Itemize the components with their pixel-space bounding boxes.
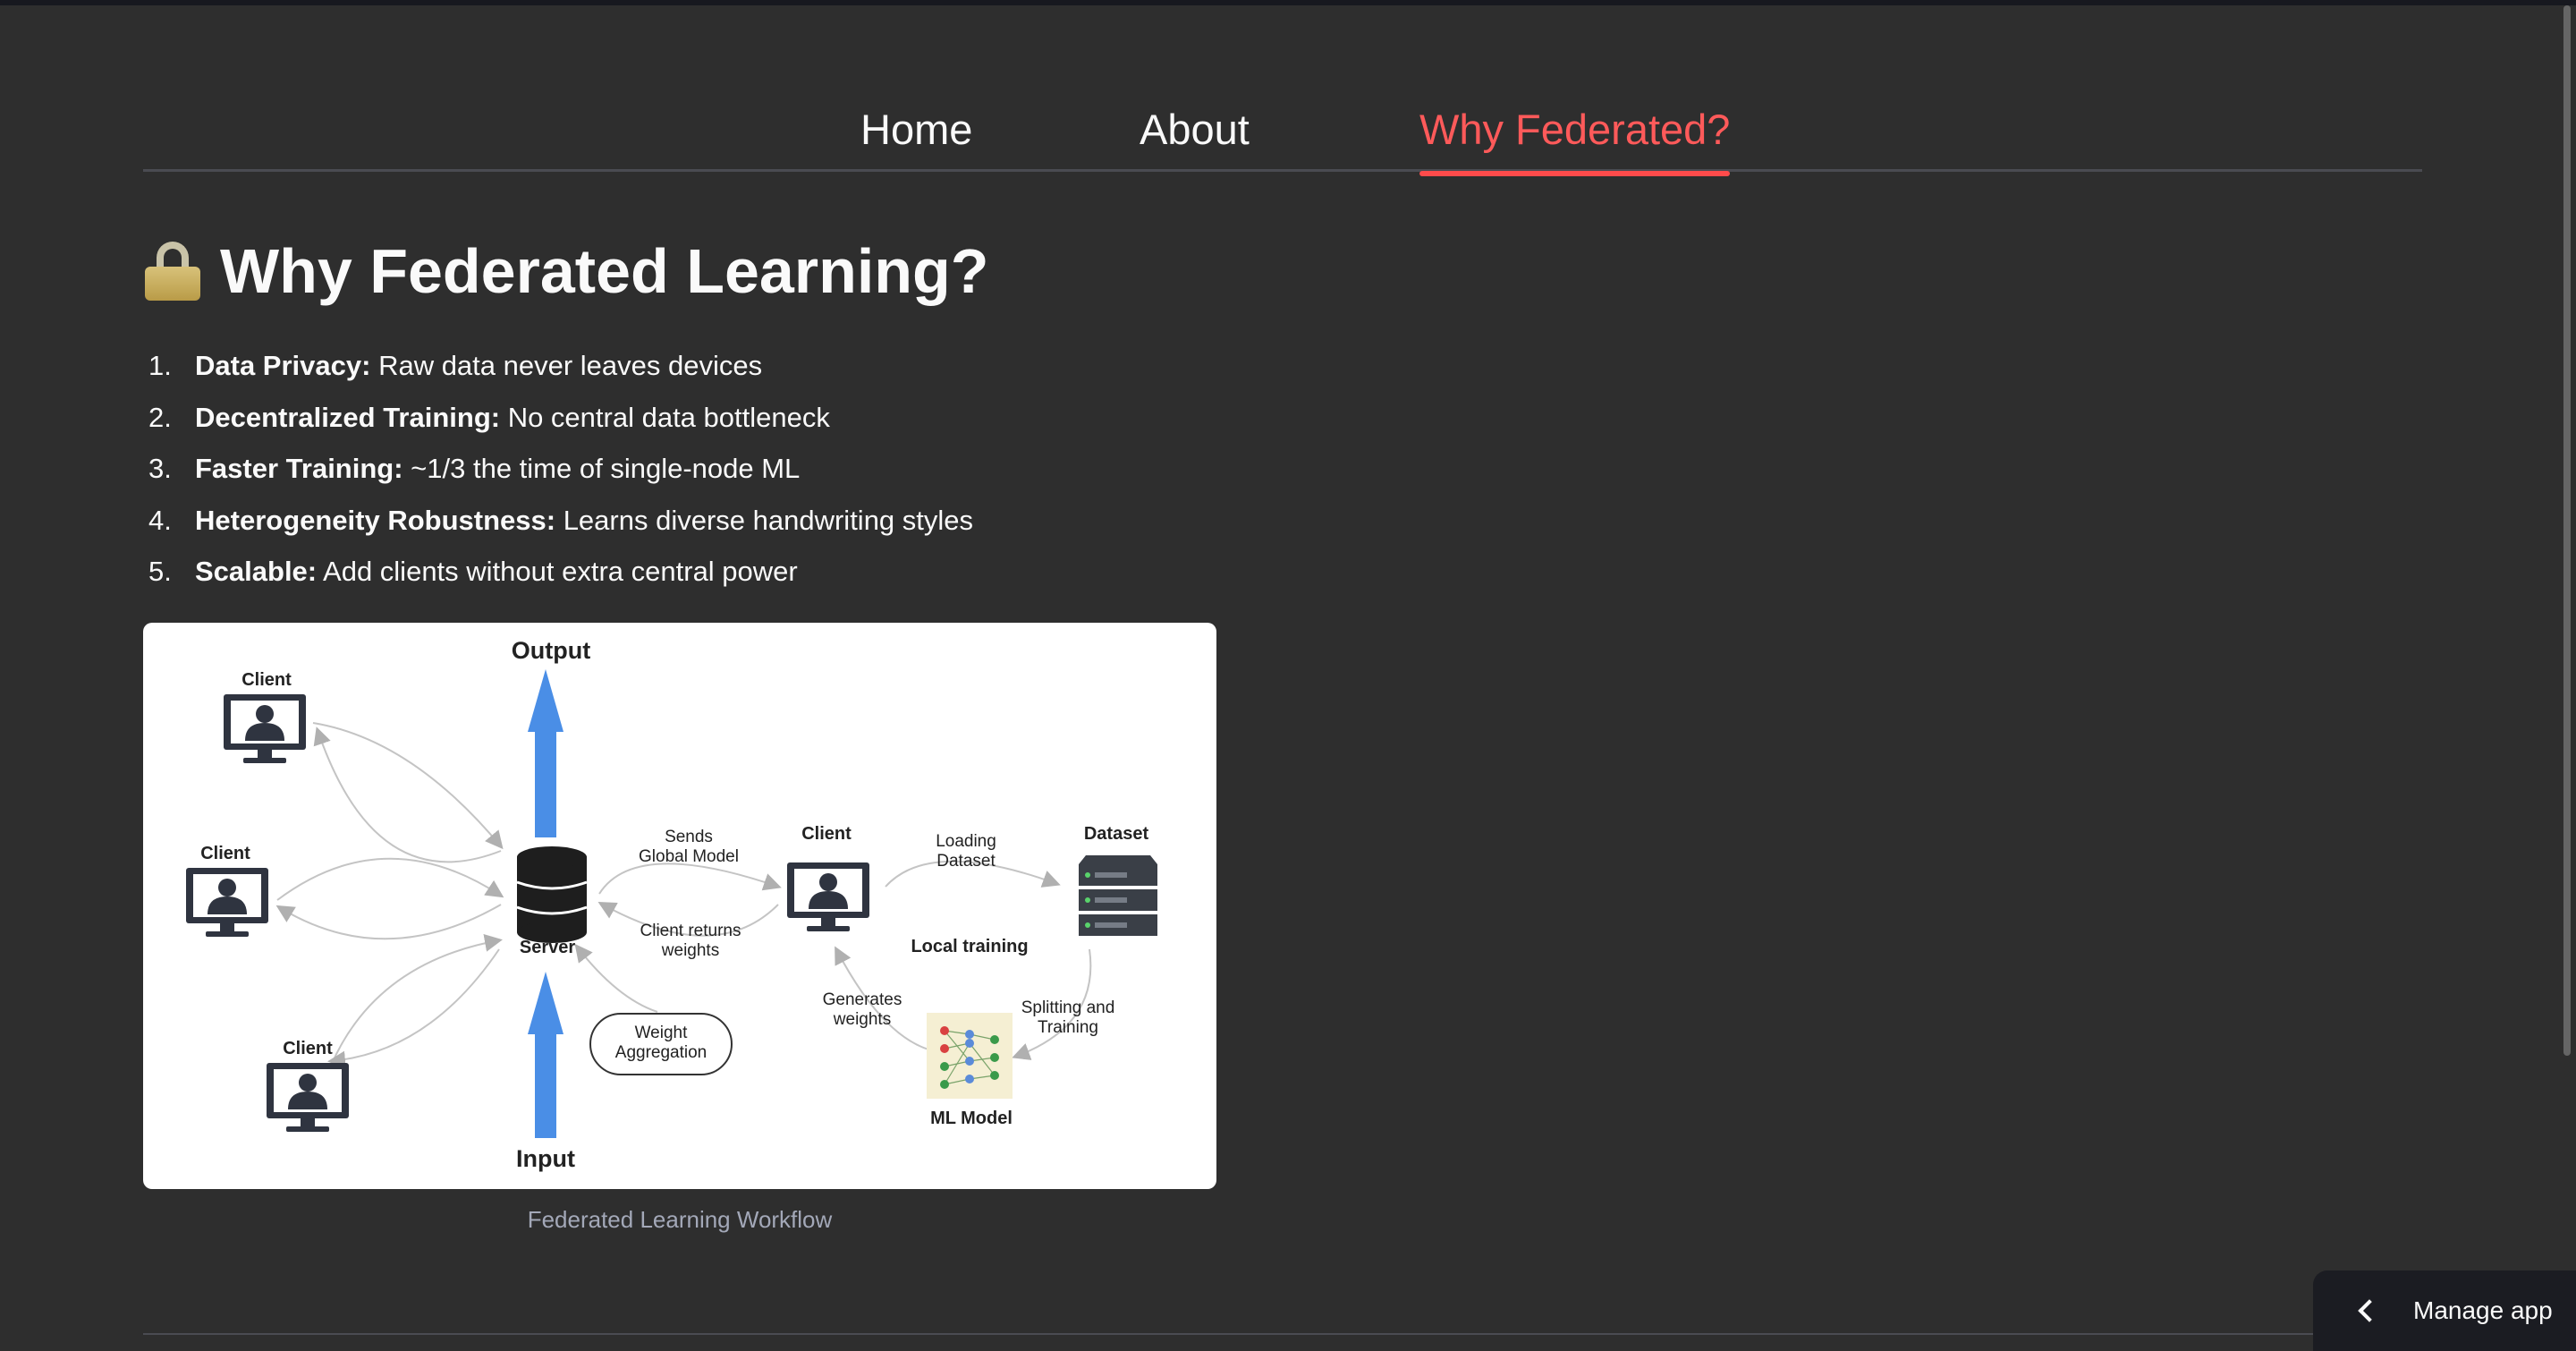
tab-why-federated[interactable]: Why Federated?: [1419, 104, 1731, 176]
client-icon: Client: [787, 824, 869, 931]
benefit-term: Data Privacy:: [195, 350, 371, 381]
splitting-training-label: Splitting and: [1021, 998, 1115, 1017]
svg-text:Server: Server: [520, 938, 575, 957]
local-training-label: Local training: [911, 937, 1028, 956]
page-title: Why Federated Learning?: [145, 231, 989, 311]
output-label: Output: [512, 637, 590, 664]
list-number: 2.: [148, 401, 172, 433]
list-number: 1.: [148, 350, 172, 381]
svg-text:ML Model: ML Model: [930, 1109, 1013, 1128]
svg-text:Weight: Weight: [635, 1024, 689, 1042]
ml-model-network-icon: ML Model: [927, 1013, 1013, 1128]
manage-app-label: Manage app: [2413, 1296, 2553, 1324]
scrollbar[interactable]: [2563, 5, 2571, 1056]
manage-app-button[interactable]: Manage app: [2313, 1270, 2576, 1351]
benefit-text: Learns diverse handwriting styles: [555, 504, 974, 536]
loading-dataset-label: Loading: [936, 832, 996, 851]
list-item: 1. Data Privacy: Raw data never leaves d…: [148, 340, 1311, 392]
tab-about[interactable]: About: [1140, 104, 1250, 172]
list-item: 3. Faster Training: ~1/3 the time of sin…: [148, 443, 1311, 495]
top-header-bar: [0, 0, 2576, 5]
divider: [143, 1333, 2422, 1335]
chevron-left-icon: [2358, 1299, 2381, 1322]
loading-dataset-label: Dataset: [936, 852, 996, 871]
lock-icon: [145, 242, 200, 301]
client-returns-weights-label: Client returns: [640, 922, 741, 940]
tab-home[interactable]: Home: [860, 104, 972, 172]
list-number: 5.: [148, 556, 172, 587]
list-number: 4.: [148, 504, 172, 536]
benefit-text: No central data bottleneck: [500, 401, 830, 433]
svg-text:Client: Client: [801, 824, 852, 844]
benefits-list: 1. Data Privacy: Raw data never leaves d…: [148, 340, 1311, 598]
splitting-training-label: Training: [1038, 1018, 1098, 1037]
figure-caption: Federated Learning Workflow: [527, 1206, 833, 1233]
list-item: 5. Scalable: Add clients without extra c…: [148, 546, 1311, 598]
input-arrow: [528, 972, 564, 1138]
list-item: 2. Decentralized Training: No central da…: [148, 392, 1311, 444]
svg-text:Client: Client: [283, 1039, 333, 1058]
benefit-text: ~1/3 the time of single-node ML: [402, 453, 801, 484]
sends-global-model-label: Global Model: [639, 847, 739, 866]
sends-global-model-label: Sends: [665, 828, 713, 846]
output-arrow: [528, 669, 564, 837]
generates-weights-label: Generates: [823, 990, 902, 1009]
list-item: 4. Heterogeneity Robustness: Learns dive…: [148, 495, 1311, 547]
svg-text:Client: Client: [200, 844, 250, 863]
weight-aggregation-box: Weight Aggregation: [589, 1013, 733, 1075]
server-database-icon: Server: [516, 846, 588, 957]
benefit-text: Add clients without extra central power: [317, 556, 798, 587]
benefit-term: Decentralized Training:: [195, 401, 501, 433]
svg-text:Client: Client: [242, 670, 292, 690]
federated-workflow-diagram: Output Input Client Client Client Server…: [143, 623, 1216, 1189]
benefit-text: Raw data never leaves devices: [370, 350, 763, 381]
list-number: 3.: [148, 453, 172, 484]
client-icon: Client: [186, 844, 268, 937]
benefit-term: Heterogeneity Robustness:: [195, 504, 556, 536]
svg-text:Aggregation: Aggregation: [615, 1043, 707, 1062]
client-returns-weights-label: weights: [661, 941, 719, 960]
benefit-term: Scalable:: [195, 556, 318, 587]
input-label: Input: [516, 1145, 575, 1172]
page-title-text: Why Federated Learning?: [220, 236, 989, 306]
tab-bar: Home About Why Federated?: [143, 86, 2422, 176]
client-icon: Client: [224, 670, 306, 763]
generates-weights-label: weights: [833, 1010, 891, 1029]
svg-text:Dataset: Dataset: [1084, 824, 1149, 844]
dataset-server-icon: Dataset: [1079, 824, 1157, 936]
benefit-term: Faster Training:: [195, 453, 403, 484]
